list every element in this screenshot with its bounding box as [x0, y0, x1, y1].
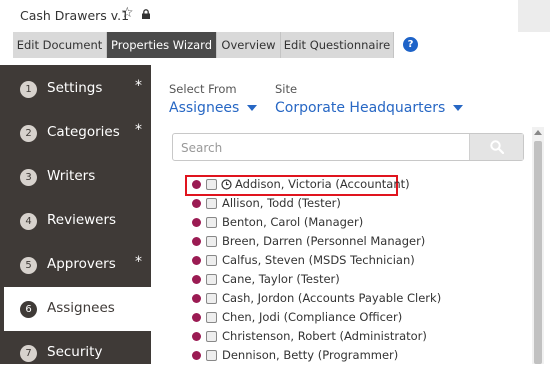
- title-bar: Cash Drawers v.1 ☆: [0, 0, 550, 32]
- item-checkbox[interactable]: [206, 274, 217, 285]
- item-checkbox[interactable]: [206, 293, 217, 304]
- required-marker: *: [135, 78, 142, 94]
- assignee-name: Chen, Jodi (Compliance Officer): [222, 310, 403, 324]
- list-item[interactable]: Chen, Jodi (Compliance Officer): [189, 308, 519, 327]
- select-from-dropdown[interactable]: Assignees: [169, 100, 258, 116]
- status-dot: [192, 218, 201, 227]
- select-from-value: Assignees: [169, 100, 240, 116]
- status-dot: [192, 256, 201, 265]
- item-checkbox[interactable]: [206, 179, 217, 190]
- item-checkbox[interactable]: [206, 331, 217, 342]
- assignee-name: Cane, Taylor (Tester): [222, 272, 340, 286]
- sidebar-item-approvers[interactable]: 5 Approvers *: [0, 243, 151, 287]
- search-input[interactable]: [181, 139, 471, 157]
- sidebar-item-categories[interactable]: 2 Categories *: [0, 111, 151, 155]
- assignee-name: Breen, Darren (Personnel Manager): [222, 234, 426, 248]
- status-dot: [192, 351, 201, 360]
- status-dot: [192, 275, 201, 284]
- assignee-name: Calfus, Steven (MSDS Technician): [222, 253, 415, 267]
- assignee-name: Dennison, Betty (Programmer): [222, 348, 399, 362]
- sidebar-item-label: Writers: [47, 168, 96, 184]
- list-item[interactable]: Calfus, Steven (MSDS Technician): [189, 251, 519, 270]
- step-number: 1: [20, 81, 37, 98]
- step-number: 4: [20, 213, 37, 230]
- chevron-down-icon: [453, 105, 464, 111]
- assignee-name: Addison, Victoria (Accountant): [235, 177, 410, 191]
- sidebar-item-settings[interactable]: 1 Settings *: [0, 67, 151, 111]
- assignee-name: Allison, Todd (Tester): [222, 196, 341, 210]
- star-outline-icon[interactable]: ☆: [121, 5, 134, 21]
- scrollbar-thumb[interactable]: [534, 141, 542, 364]
- required-marker: *: [135, 122, 142, 138]
- assignee-name: Christenson, Robert (Administrator): [222, 329, 427, 343]
- list-item[interactable]: Addison, Victoria (Accountant): [189, 175, 519, 194]
- item-checkbox[interactable]: [206, 236, 217, 247]
- step-number: 3: [20, 169, 37, 186]
- assignee-name: Cash, Jordon (Accounts Payable Clerk): [222, 291, 442, 305]
- title-bar-filler: [518, 0, 550, 32]
- sidebar-item-label: Approvers: [47, 256, 116, 272]
- lock-icon: [142, 9, 150, 19]
- step-number: 2: [20, 125, 37, 142]
- sidebar-item-security[interactable]: 7 Security: [0, 331, 151, 375]
- sidebar-item-reviewers[interactable]: 4 Reviewers: [0, 199, 151, 243]
- document-title: Cash Drawers v.1: [20, 8, 130, 23]
- list-scrollbar[interactable]: [532, 127, 544, 364]
- list-item[interactable]: Allison, Todd (Tester): [189, 194, 519, 213]
- list-item[interactable]: Dennison, Betty (Programmer): [189, 346, 519, 365]
- step-number: 6: [20, 301, 37, 318]
- site-dropdown[interactable]: Corporate Headquarters: [275, 100, 464, 116]
- list-item[interactable]: Cash, Jordon (Accounts Payable Clerk): [189, 289, 519, 308]
- search-icon: [490, 140, 504, 154]
- tab-edit-questionnaire[interactable]: Edit Questionnaire: [281, 32, 394, 58]
- item-checkbox[interactable]: [206, 350, 217, 361]
- list-item[interactable]: Breen, Darren (Personnel Manager): [189, 232, 519, 251]
- list-item[interactable]: Cane, Taylor (Tester): [189, 270, 519, 289]
- sidebar-item-writers[interactable]: 3 Writers: [0, 155, 151, 199]
- status-dot: [192, 332, 201, 341]
- item-checkbox[interactable]: [206, 312, 217, 323]
- item-checkbox[interactable]: [206, 255, 217, 266]
- status-dot: [192, 237, 201, 246]
- search-button[interactable]: [469, 134, 523, 160]
- status-dot: [192, 313, 201, 322]
- sidebar-item-label: Security: [47, 344, 103, 360]
- tab-edit-document[interactable]: Edit Document: [13, 32, 107, 58]
- status-dot: [192, 294, 201, 303]
- sidebar-item-label: Settings: [47, 80, 103, 96]
- help-icon[interactable]: ?: [403, 37, 418, 52]
- sidebar-item-label: Categories: [47, 124, 120, 140]
- assignees-panel: Select From Assignees Site Corporate Hea…: [151, 65, 550, 364]
- tab-properties-wizard[interactable]: Properties Wizard: [107, 32, 217, 58]
- chevron-down-icon: [247, 105, 258, 111]
- select-from-label: Select From: [169, 82, 237, 96]
- list-item[interactable]: Christenson, Robert (Administrator): [189, 327, 519, 346]
- list-item[interactable]: Benton, Carol (Manager): [189, 213, 519, 232]
- step-number: 5: [20, 257, 37, 274]
- clock-icon: [221, 179, 232, 190]
- assignee-name: Benton, Carol (Manager): [222, 215, 364, 229]
- required-marker: *: [135, 254, 142, 270]
- item-checkbox[interactable]: [206, 198, 217, 209]
- site-value: Corporate Headquarters: [275, 100, 446, 116]
- wizard-sidebar: 1 Settings * 2 Categories * 3 Writers 4 …: [0, 65, 151, 364]
- item-checkbox[interactable]: [206, 217, 217, 228]
- search-box: [172, 133, 524, 161]
- step-number: 7: [20, 345, 37, 362]
- tab-bar: Edit Document Properties Wizard Overview…: [0, 32, 550, 58]
- status-dot: [192, 180, 201, 189]
- sidebar-item-label: Assignees: [47, 300, 115, 316]
- scroll-up-icon[interactable]: [534, 130, 542, 135]
- status-dot: [192, 199, 201, 208]
- sidebar-item-label: Reviewers: [47, 212, 117, 228]
- tab-overview[interactable]: Overview: [217, 32, 281, 58]
- sidebar-item-assignees[interactable]: 6 Assignees: [0, 287, 151, 331]
- site-label: Site: [275, 82, 298, 96]
